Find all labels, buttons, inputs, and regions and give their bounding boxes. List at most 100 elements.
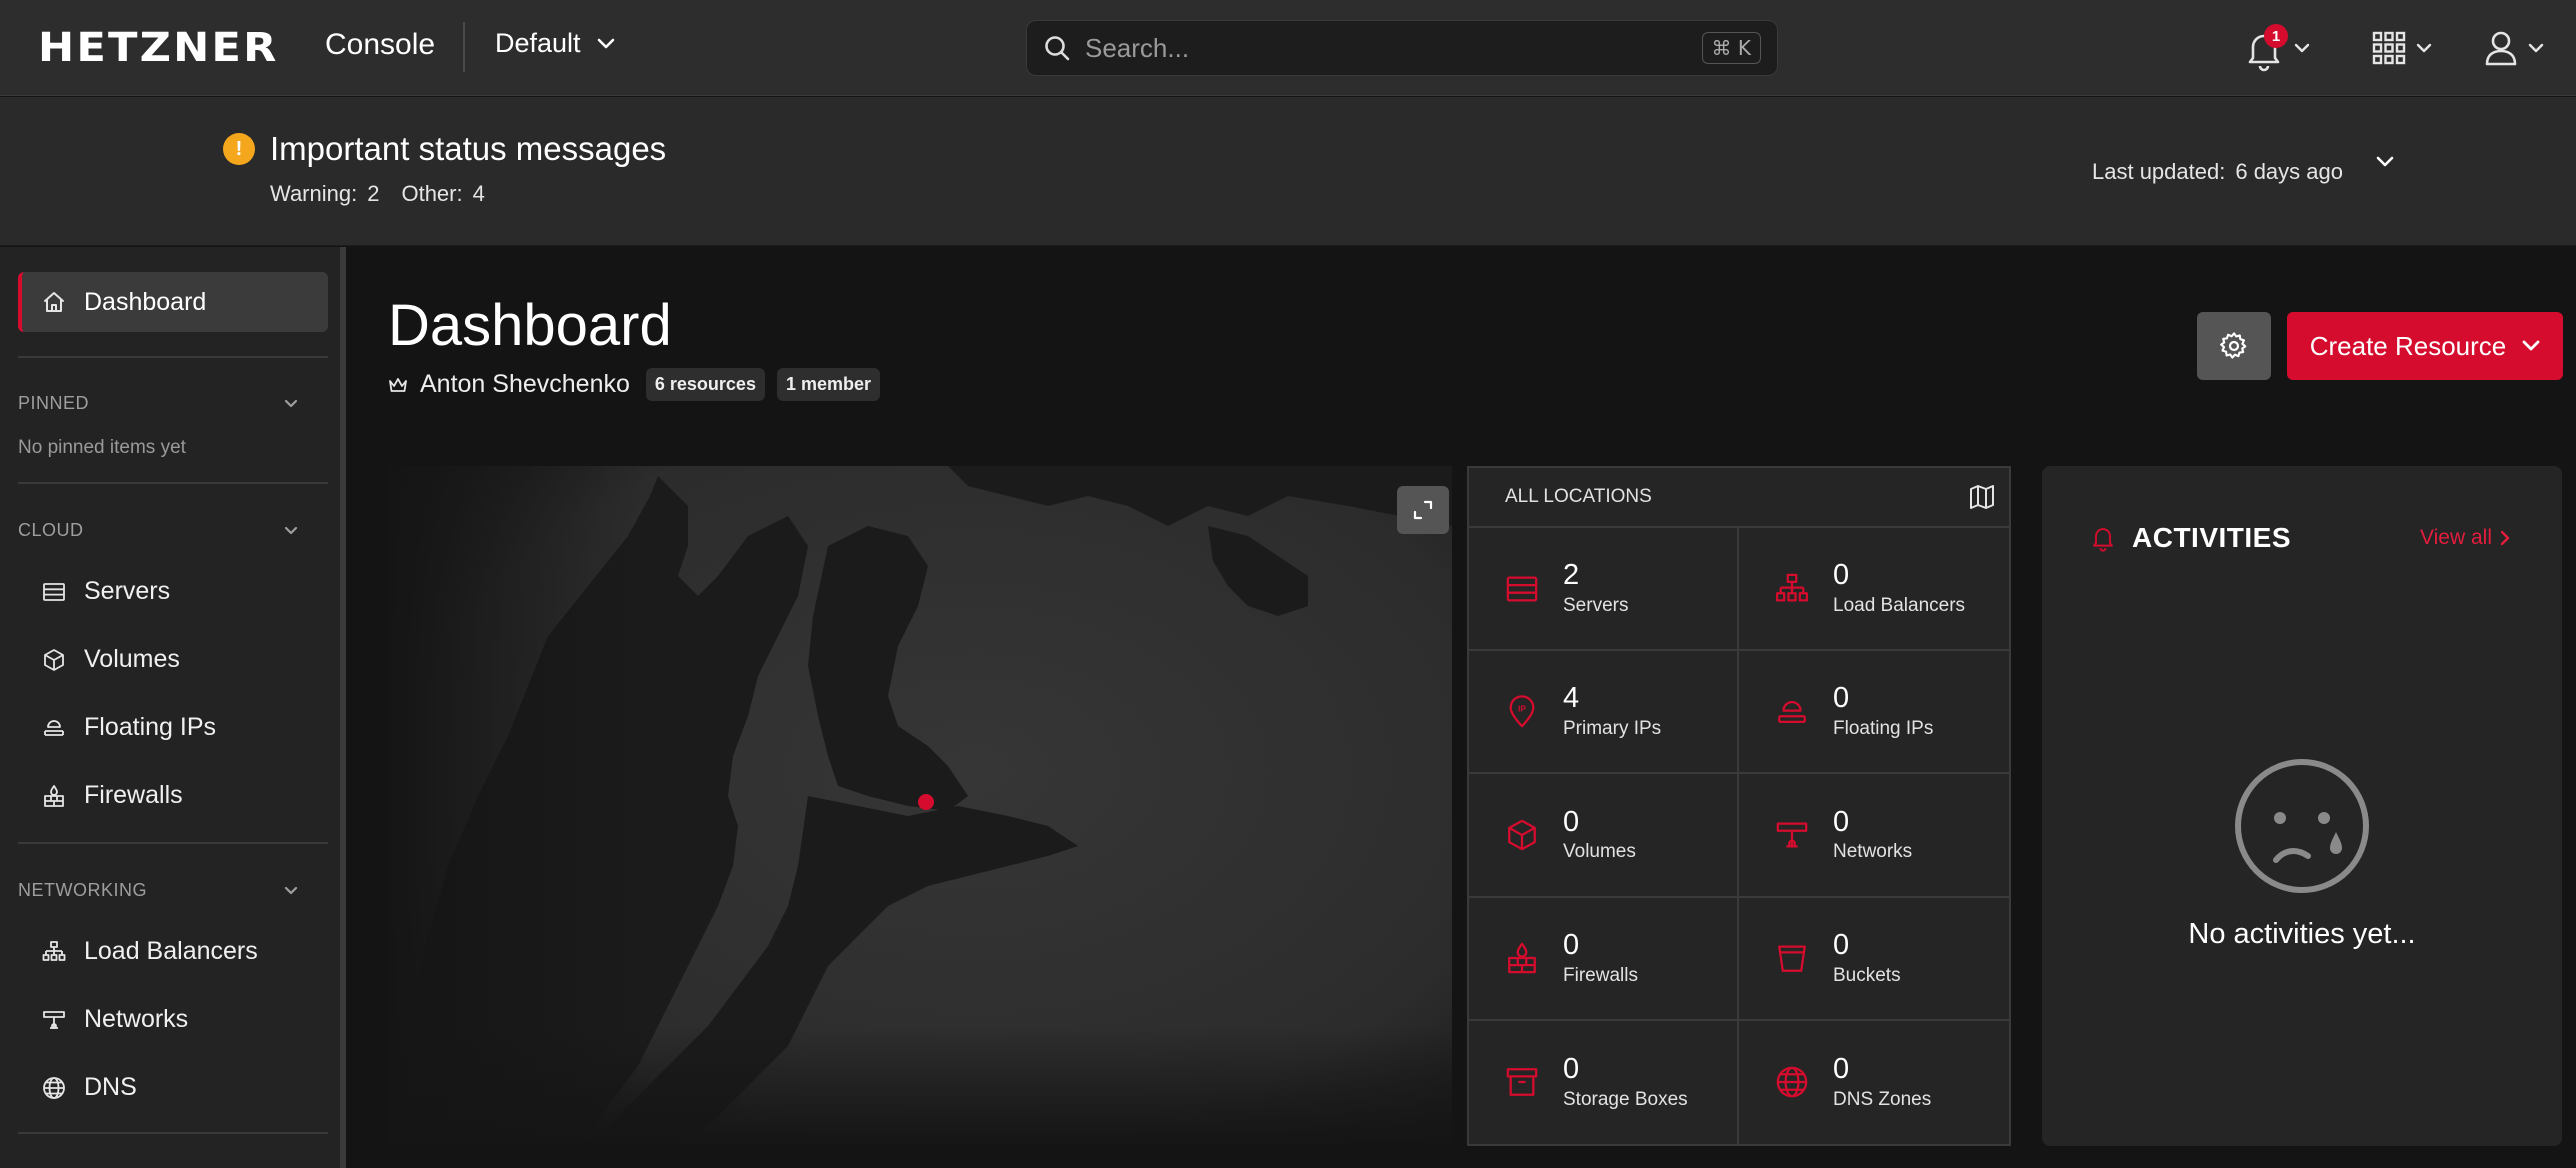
chevron-down-icon [284, 886, 298, 895]
activities-card: ACTIVITIES View all No activities yet... [2042, 466, 2562, 1146]
floating-ip-icon [44, 719, 64, 736]
chevron-right-icon [2500, 530, 2510, 546]
notifications-button[interactable]: 1 [2244, 24, 2310, 72]
firewall-icon [44, 784, 64, 807]
product-name: Console [325, 28, 436, 61]
search-icon [1045, 36, 1070, 61]
status-expand-toggle[interactable] [2376, 155, 2394, 173]
members-chip: 1 member [776, 368, 881, 401]
chevron-down-icon [2528, 43, 2544, 53]
view-all-activities-link[interactable]: View all [2420, 526, 2510, 550]
floating-ip-icon [1775, 695, 1809, 729]
resource-firewalls[interactable]: 0 Firewalls [1469, 897, 1739, 1021]
location-marker[interactable] [918, 794, 934, 810]
notification-badge: 1 [2264, 24, 2288, 48]
server-icon [1505, 572, 1539, 606]
globe-icon [43, 1076, 65, 1099]
sidebar-item-dashboard[interactable]: Dashboard [18, 272, 328, 332]
warning-icon: ! [223, 133, 255, 165]
svg-text:IP: IP [1518, 703, 1526, 713]
resource-floating-ips[interactable]: 0 Floating IPs [1739, 651, 2009, 775]
create-resource-button[interactable]: Create Resource [2287, 312, 2563, 380]
status-banner: ! Important status messages Warning: 2 Ot… [0, 97, 2576, 246]
map-canvas [388, 466, 1452, 1146]
apps-menu-button[interactable] [2372, 24, 2432, 72]
hetzner-logo[interactable]: HETZNER [38, 25, 276, 71]
resource-dns-zones[interactable]: 0 DNS Zones [1739, 1021, 2009, 1144]
crown-icon [389, 377, 407, 392]
activities-header: ACTIVITIES [2090, 522, 2291, 554]
status-counts: Warning: 2 Other: 4 [270, 181, 485, 207]
resource-servers[interactable]: 2 Servers [1469, 528, 1739, 652]
firewall-icon [1505, 941, 1539, 975]
dns-zone-icon [1775, 1065, 1809, 1099]
bucket-icon [1775, 941, 1809, 975]
chevron-down-icon [284, 399, 298, 408]
chevron-down-icon [597, 38, 614, 48]
home-icon [44, 292, 64, 312]
resource-storage-boxes[interactable]: 0 Storage Boxes [1469, 1020, 1739, 1144]
sidebar-item-volumes[interactable]: Volumes [42, 645, 180, 674]
project-name: Default [495, 28, 581, 58]
activities-empty-text: No activities yet... [2188, 918, 2416, 950]
global-search[interactable]: ⌘ K [1026, 20, 1778, 76]
resource-buckets[interactable]: 0 Buckets [1739, 898, 2009, 1021]
sidebar-divider [18, 842, 328, 844]
sidebar-item-dns[interactable]: DNS [42, 1073, 137, 1102]
project-selector[interactable]: Default [495, 28, 615, 59]
search-shortcut-hint: ⌘ K [1701, 32, 1761, 64]
network-icon [1775, 818, 1809, 852]
volume-icon [44, 648, 64, 671]
status-title: Important status messages [270, 130, 667, 167]
bell-icon [2093, 528, 2113, 552]
top-bar: HETZNER Console Default ⌘ K 1 [0, 0, 2576, 96]
sidebar-item-load-balancers[interactable]: Load Balancers [42, 937, 258, 966]
sidebar-divider [18, 1132, 328, 1134]
sidebar-item-label: Dashboard [84, 287, 207, 316]
resources-chip: 6 resources [645, 368, 765, 401]
chevron-down-icon [284, 526, 298, 535]
header-divider [463, 22, 465, 72]
resource-grid: 2 Servers 0 Load Balancers IP 4 Primary IPs… [1469, 528, 2009, 1144]
logo-wordmark: HETZNER [38, 25, 279, 71]
sidebar-section-cloud[interactable]: CLOUD [18, 520, 298, 541]
chevron-down-icon [2522, 340, 2540, 351]
search-input[interactable] [1085, 32, 1702, 64]
warning-count: Warning: 2 [270, 181, 380, 206]
resource-load-balancers[interactable]: 0 Load Balancers [1739, 528, 2009, 652]
sidebar-divider [18, 482, 328, 484]
map-icon[interactable] [1969, 484, 1995, 510]
pinned-empty-text: No pinned items yet [18, 437, 186, 458]
sidebar-section-pinned[interactable]: PINNED [18, 393, 298, 414]
sidebar-item-firewalls[interactable]: Firewalls [42, 781, 183, 810]
load-balancer-icon [1775, 572, 1809, 606]
sidebar-item-networks[interactable]: Networks [42, 1005, 188, 1034]
bell-icon-wrap: 1 [2244, 24, 2288, 72]
page-title: Dashboard [388, 293, 672, 358]
project-owner-row: Anton Shevchenko 6 resources 1 member [388, 368, 881, 401]
volume-icon [1505, 818, 1539, 852]
network-icon [43, 1010, 65, 1029]
user-icon [2485, 31, 2517, 66]
resource-volumes[interactable]: 0 Volumes [1469, 774, 1739, 898]
expand-icon [1413, 500, 1433, 520]
location-map[interactable] [388, 466, 1452, 1146]
gear-icon [2220, 332, 2247, 359]
primary-ip-icon: IP [1505, 695, 1539, 729]
user-menu-button[interactable] [2484, 24, 2544, 72]
grid-icon [2372, 31, 2406, 65]
sidebar-item-floating-ips[interactable]: Floating IPs [42, 713, 216, 742]
map-expand-button[interactable] [1397, 486, 1449, 534]
chevron-down-icon [2376, 156, 2394, 167]
chevron-down-icon [2294, 43, 2310, 53]
sidebar-section-networking[interactable]: NETWORKING [18, 880, 298, 901]
storage-box-icon [1505, 1065, 1539, 1099]
resource-networks[interactable]: 0 Networks [1739, 774, 2009, 898]
sidebar-item-servers[interactable]: Servers [42, 577, 170, 606]
owner-name: Anton Shevchenko [420, 370, 630, 398]
project-settings-button[interactable] [2197, 312, 2271, 380]
locations-summary-card: ALL LOCATIONS 2 Servers 0 Load Balancers I… [1467, 466, 2011, 1146]
chevron-down-icon [2416, 43, 2432, 53]
locations-header: ALL LOCATIONS [1469, 468, 2009, 528]
resource-primary-ips[interactable]: IP 4 Primary IPs [1469, 651, 1739, 775]
